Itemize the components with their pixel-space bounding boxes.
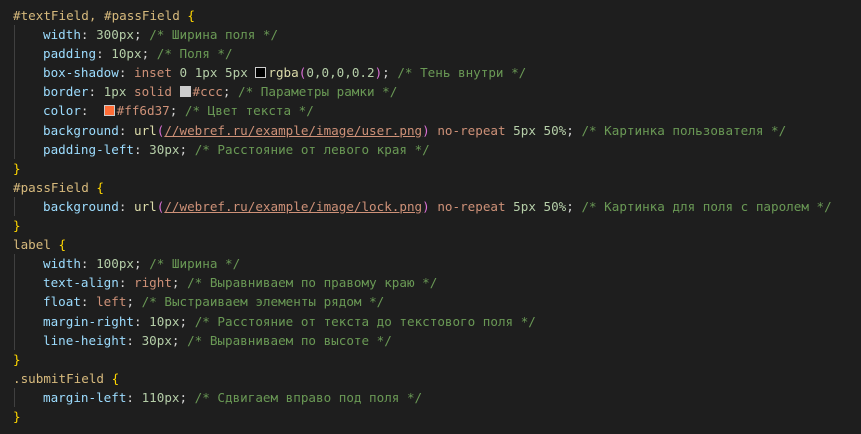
css-comment: /* Тень внутри */ (397, 65, 527, 81)
css-value: 1px (194, 65, 218, 81)
css-value: 10px (111, 46, 142, 62)
code-line: color: #ff6d37; /* Цвет текста */ (0, 101, 861, 121)
css-selector: #passField (13, 179, 89, 195)
css-comment: /* Ширина поля */ (149, 27, 279, 43)
code-line: } (0, 350, 861, 369)
css-property: line-height (43, 332, 127, 348)
css-comment: /* Расстояние от текста до текстового по… (194, 313, 536, 329)
css-value: 100px (96, 256, 135, 272)
open-brace: { (104, 370, 120, 386)
css-property: width (43, 256, 81, 272)
code-line: #passField { (0, 178, 861, 197)
code-line: } (0, 159, 861, 178)
code-line: #textField, #passField { (0, 6, 861, 25)
close-brace: } (13, 351, 21, 367)
open-brace: { (88, 179, 104, 195)
code-line: text-align: right; /* Выравниваем по пра… (0, 273, 861, 293)
css-property: background (43, 122, 119, 138)
css-color-value: #ccc (192, 84, 223, 100)
css-function: url (134, 122, 157, 138)
css-selector: #textField, #passField (13, 8, 180, 23)
css-value: solid (134, 84, 172, 100)
css-property: text-align (43, 275, 119, 291)
css-value: 5px (513, 198, 536, 214)
css-value: 50% (543, 198, 567, 214)
css-property: margin-left (43, 389, 127, 405)
code-line: width: 300px; /* Ширина поля */ (0, 25, 861, 45)
paren-close: ) (374, 65, 383, 81)
code-line: background: url(//webref.ru/example/imag… (0, 120, 861, 140)
css-value: 110px (141, 389, 180, 405)
css-value: 10px (149, 313, 180, 329)
css-property: border (43, 84, 89, 100)
css-value: 30px (149, 141, 180, 157)
css-function-args: 0,0,0,0.2 (306, 65, 375, 81)
css-color-value: #ff6d37 (116, 103, 170, 119)
css-comment: /* Выстраиваем элементы рядом */ (141, 294, 385, 310)
code-line: line-height: 30px; /* Выравниваем по выс… (0, 330, 861, 350)
css-property: float (43, 294, 81, 310)
css-property: color (43, 103, 81, 119)
css-value: 300px (96, 27, 135, 43)
css-value: 30px (141, 332, 172, 348)
code-line: box-shadow: inset 0 1px 5px rgba(0,0,0,0… (0, 63, 861, 83)
css-comment: /* Поля */ (156, 46, 233, 62)
css-comment: /* Расстояние от левого края */ (194, 141, 430, 157)
css-property: padding-left (43, 141, 134, 157)
css-property: background (43, 198, 119, 214)
code-line: .submitField { (0, 369, 861, 388)
css-comment: /* Сдвигаем вправо под поля */ (194, 389, 423, 405)
css-property: padding (43, 46, 97, 62)
css-value: 50% (543, 122, 567, 138)
url-link[interactable]: //webref.ru/example/image/lock.png (164, 199, 422, 214)
open-brace: { (50, 237, 67, 253)
code-line: padding: 10px; /* Поля */ (0, 44, 861, 64)
code-line: background: url(//webref.ru/example/imag… (0, 196, 861, 217)
url-link[interactable]: //webref.ru/example/image/user.png (164, 123, 422, 138)
css-selector: label (13, 237, 51, 253)
css-value: 5px (513, 122, 536, 138)
css-comment: /* Выравниваем по высоте */ (187, 332, 392, 348)
code-line: width: 100px; /* Ширина */ (0, 254, 861, 274)
code-line: border: 1px solid #ccc; /* Параметры рам… (0, 82, 861, 102)
css-property: margin-right (43, 313, 134, 329)
code-line: padding-left: 30px; /* Расстояние от лев… (0, 139, 861, 159)
paren-close: ) (422, 198, 430, 214)
close-brace: } (13, 408, 21, 424)
css-comment: /* Ширина */ (149, 256, 241, 272)
code-line: margin-right: 10px; /* Расстояние от тек… (0, 311, 861, 331)
open-brace: { (179, 8, 195, 23)
css-value: 5px (225, 65, 248, 81)
css-value: no-repeat (437, 198, 506, 214)
code-editor[interactable]: #textField, #passField { width: 300px; /… (0, 0, 861, 434)
close-brace: } (13, 160, 21, 176)
close-brace: } (13, 218, 21, 234)
css-property: width (43, 27, 81, 43)
code-line: } (0, 407, 861, 426)
css-comment: /* Картинка пользователя */ (581, 122, 787, 138)
code-line: label { (0, 235, 861, 254)
css-comment: /* Цвет текста */ (184, 103, 314, 119)
css-function: url (134, 198, 157, 214)
css-comment: /* Параметры рамки */ (238, 84, 398, 100)
css-value: 1px (103, 84, 127, 100)
css-comment: /* Картинка для поля с паролем */ (581, 198, 832, 214)
css-value: no-repeat (437, 122, 506, 138)
css-value: 0 (179, 65, 188, 81)
color-swatch[interactable] (103, 105, 115, 117)
code-line: } (0, 216, 861, 235)
color-swatch[interactable] (179, 86, 191, 98)
css-value: left (96, 294, 127, 310)
css-function: rgba (268, 65, 299, 81)
code-line: float: left; /* Выстраиваем элементы ряд… (0, 292, 861, 312)
color-swatch[interactable] (255, 67, 267, 79)
css-comment: /* Выравниваем по правому краю */ (187, 275, 438, 291)
css-selector: .submitField (13, 370, 104, 386)
code-line: margin-left: 110px; /* Сдвигаем вправо п… (0, 387, 861, 408)
css-value: right (134, 275, 172, 291)
paren-close: ) (422, 122, 430, 138)
css-value: inset (134, 65, 172, 81)
css-property: box-shadow (43, 65, 119, 81)
